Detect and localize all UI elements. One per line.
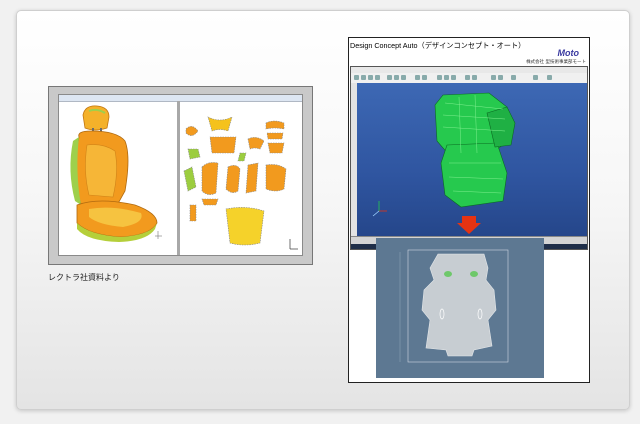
flattened-pattern-pieces: [183, 116, 298, 250]
flattened-pattern-drawing: [399, 249, 509, 363]
seat-3d-model: [70, 105, 162, 242]
toolbar-icon: [451, 75, 456, 80]
toolbar-icon: [368, 75, 373, 80]
toolbar-icon: [511, 75, 516, 80]
toolbar-icon: [387, 75, 392, 80]
toolbar-icon: [375, 75, 380, 80]
toolbar-icon: [444, 75, 449, 80]
seat-pattern-figure: [48, 86, 313, 265]
flattened-seat-panel: [376, 238, 544, 378]
company-logo: Moto: [557, 48, 580, 58]
toolbar-icon: [422, 75, 427, 80]
toolbar-icon: [394, 75, 399, 80]
3d-viewport: [357, 83, 587, 237]
toolbar-icon: [491, 75, 496, 80]
company-name: 株式会社 型技術事業部モート: [526, 60, 586, 65]
toolbar-icon: [533, 75, 538, 80]
cad-window: [58, 94, 303, 256]
toolbar-icon: [354, 75, 359, 80]
toolbar-icon: [547, 75, 552, 80]
toolbar-icon: [401, 75, 406, 80]
toolbar-icon: [437, 75, 442, 80]
figure-title: Design Concept Auto（デザインコンセプト・オート）: [350, 41, 526, 50]
toolbar-icon: [472, 75, 477, 80]
toolbar-icon: [465, 75, 470, 80]
down-arrow-icon: [457, 216, 481, 234]
toolbar-icon: [361, 75, 366, 80]
figure-caption: レクトラ社資料より: [48, 273, 120, 282]
toolbar-icon: [415, 75, 420, 80]
design-concept-figure: Design Concept Auto（デザインコンセプト・オート） Moto …: [348, 37, 590, 383]
toolbar-icon: [498, 75, 503, 80]
